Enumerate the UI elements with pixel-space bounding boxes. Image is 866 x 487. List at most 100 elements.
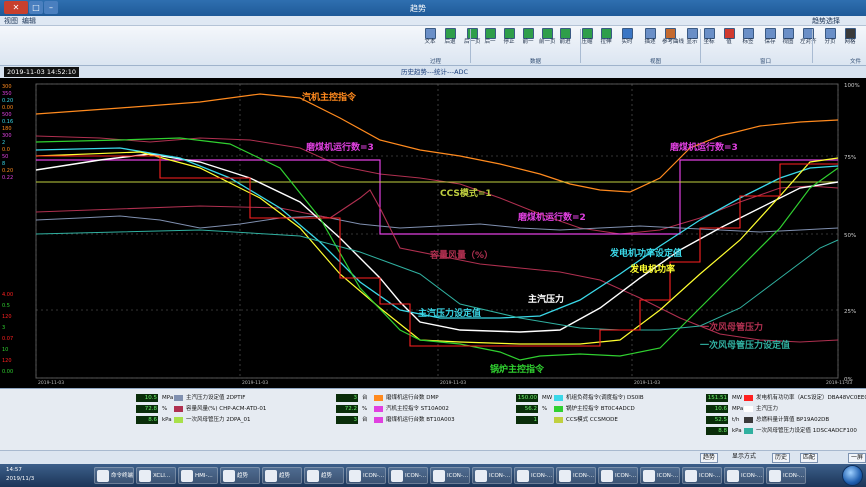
ribbon-button-21[interactable]: 网格 [842, 28, 858, 46]
taskbar-clock[interactable]: 14:57 2019/11/3 [6, 466, 34, 484]
ribbon-button-15[interactable]: 值 [721, 28, 737, 46]
menu-bar: 编辑 视图 趋势选择 [0, 16, 866, 26]
ribbon-button-7[interactable]: 前进 [557, 28, 573, 46]
legend-value: 52.5 [706, 416, 728, 424]
ribbon-button-4[interactable]: 停止 [501, 28, 517, 46]
current-time: 2019-11-03 14:52:10 [4, 67, 80, 77]
annotation-main-steam-pressure-sp: 主汽压力设定值 [418, 307, 481, 319]
start-button[interactable] [842, 465, 863, 486]
taskbar-item[interactable]: 趋势 [304, 467, 344, 484]
trend-select-label[interactable]: 趋势选择 [812, 16, 840, 26]
legend-unit: t/h [732, 417, 740, 423]
ribbon-icon [424, 28, 436, 39]
menu-item-view[interactable]: 视图 [4, 16, 18, 26]
ribbon-button-2[interactable]: 后一页 [464, 28, 481, 46]
taskbar-item-label: ICON-... [741, 473, 763, 479]
chart-tab-title[interactable]: 历史趋势---统计---ADC [398, 67, 471, 77]
legend-name: 容量风量(%) CHP-ACM-ATD-01 [186, 406, 267, 412]
legend-row[interactable]: 10.5 MPa 主汽压力设定值 2DPTIF [30, 393, 270, 403]
legend-row[interactable]: 8.8 kPa 一次风母管压力设定值 1DSC4ADCF100 [600, 426, 857, 436]
ribbon-button-5[interactable]: 前一 [520, 28, 536, 46]
time-axis-date: 2019-11-03 [440, 380, 466, 386]
ribbon-button-3[interactable]: 后一 [482, 28, 498, 46]
close-button[interactable]: ✕ [4, 1, 28, 14]
ribbon-button-8[interactable]: 压缩 [579, 28, 595, 46]
ribbon-button-9[interactable]: 拉伸 [598, 28, 614, 46]
ribbon-button-17[interactable]: 保存 [762, 28, 778, 46]
ribbon-button-label: 值 [726, 39, 732, 45]
trend-button[interactable]: 趋势 [700, 453, 719, 463]
ribbon-button-14[interactable]: 坐标 [701, 28, 717, 46]
legend-swatch [374, 406, 383, 412]
history-button[interactable]: 历史 [772, 453, 791, 463]
taskbar-item[interactable]: 命令终端 [94, 467, 134, 484]
taskbar-item-label: ICON-... [615, 473, 637, 479]
ribbon-button-11[interactable]: 描述 [642, 28, 658, 46]
taskbar-item[interactable]: ICON-... [346, 467, 386, 484]
ribbon-button-19[interactable]: 左对齐 [800, 28, 817, 46]
annotation-boiler-master-cmd: 锅炉主控指令 [489, 363, 545, 375]
ribbon-button-16[interactable]: 标签 [740, 28, 756, 46]
legend-value: 72.8 [136, 405, 158, 413]
taskbar-item[interactable]: ICON-... [598, 467, 638, 484]
annotation-primary-air-pressure: 一次风母管压力 [700, 321, 763, 333]
taskbar-item[interactable]: ICON-... [472, 467, 512, 484]
legend-swatch [554, 417, 563, 423]
legend-swatch [374, 417, 383, 423]
legend-swatch [174, 395, 183, 401]
legend-name: 总燃料量计算值 BP19A02DB [756, 417, 830, 423]
legend-unit: % [162, 406, 168, 412]
legend-name: 机组负荷指令(调度指令) DS0IB [566, 395, 644, 401]
legend-row[interactable]: 8.6 kPa 一次风母管压力 2DPA_01 [30, 415, 270, 425]
taskbar-item[interactable]: 趋势 [220, 467, 260, 484]
taskbar-item[interactable]: ICON-... [556, 467, 596, 484]
ribbon-icon [782, 28, 794, 39]
legend-unit: % [542, 406, 548, 412]
trend-chart[interactable]: 100% 75% 50% 25% 0% 300 350 0.20 0.00 500 0.16 180 3… [0, 78, 866, 388]
taskbar-item[interactable]: ICON-... [388, 467, 428, 484]
legend-unit: MPa [732, 406, 744, 412]
clock-date: 2019/11/3 [6, 476, 35, 482]
time-axis-date: 2019-11-03 [242, 380, 268, 386]
taskbar-item[interactable]: 趋势 [262, 467, 302, 484]
taskbar-item[interactable]: XCLI... [136, 467, 176, 484]
match-button[interactable]: 匹配 [800, 453, 819, 463]
taskbar-item[interactable]: ICON-... [514, 467, 554, 484]
legend-swatch [374, 395, 383, 401]
ribbon-button-18[interactable]: 视图 [780, 28, 796, 46]
ribbon-button-6[interactable]: 前一页 [539, 28, 556, 46]
ribbon-button-10[interactable]: 实时 [619, 28, 635, 46]
ribbon-button-label: 分页 [824, 39, 836, 45]
legend-name: 主汽压力设定值 2DPTIF [186, 395, 246, 401]
one-screen-button[interactable]: 一屏 [848, 453, 866, 463]
legend-unit: MW [542, 395, 553, 401]
minimize-button[interactable]: – [44, 1, 58, 14]
taskbar-item-label: ICON-... [447, 473, 469, 479]
legend-value: 72.2 [336, 405, 358, 413]
ribbon-button-label: 后一页 [464, 39, 481, 45]
ribbon-button-13[interactable]: 显示 [684, 28, 700, 46]
chart-header-bar: 2019-11-03 14:52:10 历史趋势---统计---ADC [0, 66, 866, 78]
taskbar-app-icon [139, 470, 151, 482]
ribbon-icon [484, 28, 496, 39]
legend-row[interactable]: 72.8% 容量风量(%) CHP-ACM-ATD-01 [30, 404, 270, 414]
taskbar-item[interactable]: ICON-... [724, 467, 764, 484]
ribbon-button-label: 视图 [782, 39, 794, 45]
legend-unit: MPa [162, 395, 174, 401]
ribbon-button-0[interactable]: 文本 [422, 28, 438, 46]
legend-name: 磨煤机运行台数 BT10A003 [386, 417, 455, 423]
ribbon-button-12[interactable]: 参考曲线 [662, 28, 684, 46]
taskbar-item[interactable]: HMI-... [178, 467, 218, 484]
ribbon-icon [466, 28, 478, 39]
legend-unit: MW [732, 395, 743, 401]
taskbar-item[interactable]: ICON-... [640, 467, 680, 484]
ribbon-button-label: 左对齐 [800, 39, 817, 45]
taskbar-item[interactable]: ICON-... [766, 467, 806, 484]
ribbon-button-1[interactable]: 后退 [442, 28, 458, 46]
ribbon-button-20[interactable]: 分页 [822, 28, 838, 46]
maximize-button[interactable]: □ [29, 1, 43, 14]
menu-item-edit[interactable]: 编辑 [22, 16, 36, 26]
ribbon-button-label: 前一页 [539, 39, 556, 45]
taskbar-item[interactable]: ICON-... [430, 467, 470, 484]
taskbar-item[interactable]: ICON-... [682, 467, 722, 484]
